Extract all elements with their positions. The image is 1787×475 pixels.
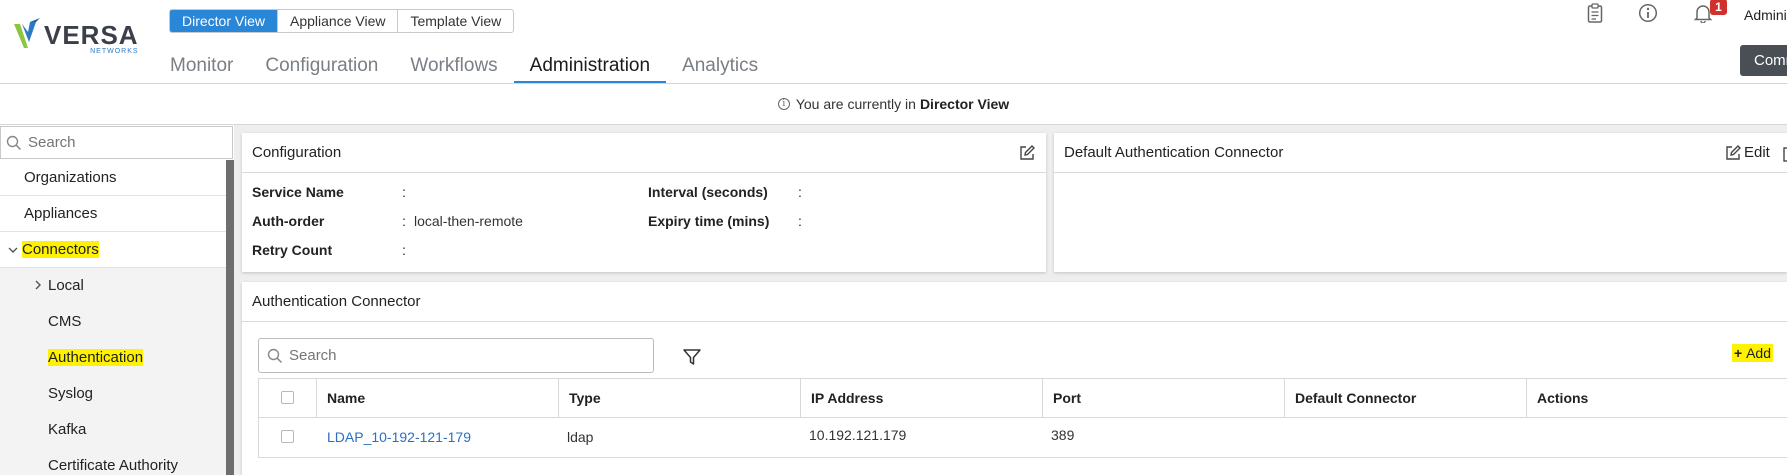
sidebar-item-appliances[interactable]: Appliances [0, 196, 226, 232]
edit-button[interactable]: Edit [1744, 144, 1770, 161]
main-nav-tabs: Monitor Configuration Workflows Administ… [170, 50, 790, 84]
table-search-input[interactable] [289, 347, 629, 364]
authentication-connector-header: Authentication Connector [242, 282, 1787, 322]
chevron-right-icon [34, 268, 48, 304]
sidebar-item-label: Connectors [22, 241, 99, 258]
chevron-down-icon [8, 232, 22, 268]
configuration-panel: Configuration Service Name : Auth-order … [242, 133, 1046, 272]
sidebar-item-certificate-authority[interactable]: Certificate Authority [0, 448, 226, 475]
configuration-panel-title: Configuration [252, 144, 342, 161]
sidebar-scrollbar[interactable] [226, 160, 234, 475]
tab-monitor[interactable]: Monitor [170, 50, 233, 84]
default-auth-connector-title: Default Authentication Connector [1064, 144, 1284, 161]
tab-administration[interactable]: Administration [513, 50, 667, 84]
sidebar-item-organizations[interactable]: Organizations [0, 160, 226, 196]
sidebar-item-local[interactable]: Local [0, 268, 226, 304]
cell-ip-address: 10.192.121.179 [809, 427, 907, 443]
add-button[interactable]: + Add [1732, 344, 1773, 362]
row-select-cell [259, 418, 317, 456]
sidebar-search-input[interactable] [28, 134, 218, 151]
sidebar-item-label: CMS [48, 313, 82, 330]
colon: : [402, 184, 406, 200]
info-text: You are currently in [795, 96, 916, 112]
select-all-checkbox[interactable] [281, 391, 294, 404]
authentication-connector-panel: Authentication Connector + Add Name Type… [242, 282, 1787, 475]
column-header-default-connector[interactable]: Default Connector [1285, 379, 1527, 417]
info-view-name: Director View [919, 96, 1010, 112]
configuration-panel-header: Configuration [242, 133, 1046, 173]
sidebar-item-authentication[interactable]: Authentication [0, 340, 226, 376]
search-icon [267, 348, 283, 363]
notification-badge: 1 [1710, 0, 1727, 15]
expiry-time-label: Expiry time (mins) [648, 213, 770, 229]
sidebar: Organizations Appliances Connectors Loca… [0, 126, 234, 475]
commit-templates-button[interactable]: Commit Tem [1740, 45, 1787, 76]
auth-order-label: Auth-order [252, 213, 325, 229]
cell-type: ldap [567, 429, 594, 445]
colon: : [798, 213, 802, 229]
tab-configuration[interactable]: Configuration [265, 50, 378, 84]
column-header-name[interactable]: Name [317, 379, 559, 417]
auth-order-value: local-then-remote [414, 213, 523, 229]
column-header-actions: Actions [1537, 390, 1589, 406]
cell-default-connector [1285, 418, 1527, 456]
sidebar-item-label: Organizations [24, 169, 117, 186]
default-auth-connector-header: Default Authentication Connector Edit [1054, 133, 1787, 173]
sidebar-item-cms[interactable]: CMS [0, 304, 226, 340]
info-icon[interactable] [1637, 2, 1659, 24]
sidebar-search [0, 126, 233, 159]
retry-count-label: Retry Count [252, 242, 333, 258]
add-label: Add [1746, 345, 1771, 361]
cell-actions [1527, 418, 1787, 456]
interval-label: Interval (seconds) [648, 184, 768, 200]
user-menu[interactable]: Adminis [1744, 7, 1787, 23]
sidebar-item-label: Appliances [24, 205, 98, 222]
app-root: VERSA NETWORKS Director View Appliance V… [0, 0, 1787, 475]
cell-name: LDAP_10-192-121-179 [317, 418, 559, 456]
cell-port: 389 [1051, 427, 1075, 443]
colon: : [798, 184, 802, 200]
director-view-button[interactable]: Director View [170, 10, 278, 32]
connector-name-link[interactable]: LDAP_10-192-121-179 [327, 429, 471, 445]
edit-icon[interactable] [1018, 144, 1036, 162]
sidebar-item-label: Authentication [48, 349, 144, 366]
select-all-cell [259, 379, 317, 417]
row-checkbox[interactable] [281, 430, 294, 443]
view-info-bar: i You are currently in Director View [0, 84, 1787, 124]
column-header-port[interactable]: Port [1043, 379, 1285, 417]
authentication-connector-title: Authentication Connector [252, 293, 421, 310]
column-header-type[interactable]: Type [559, 379, 801, 417]
tab-analytics[interactable]: Analytics [682, 50, 758, 84]
sidebar-item-label: Local [48, 277, 84, 294]
service-name-label: Service Name [252, 184, 344, 200]
clipboard-icon[interactable] [1584, 2, 1606, 24]
sidebar-item-connectors[interactable]: Connectors [0, 232, 226, 268]
sidebar-item-label: Syslog [48, 385, 94, 402]
template-view-button[interactable]: Template View [398, 10, 513, 32]
colon: : [402, 242, 406, 258]
plus-icon: + [1734, 345, 1747, 361]
tab-workflows[interactable]: Workflows [410, 50, 497, 84]
appliance-view-button[interactable]: Appliance View [278, 10, 399, 32]
sidebar-item-label: Kafka [48, 421, 87, 438]
sidebar-item-syslog[interactable]: Syslog [0, 376, 226, 412]
versa-logo: VERSA NETWORKS [12, 18, 139, 55]
table-header: Name Type IP Address Port Default Connec… [258, 378, 1787, 418]
table-search [258, 338, 654, 373]
edit-icon[interactable] [1724, 144, 1742, 162]
table-row: LDAP_10-192-121-179 ldap 10.192.121.179 … [258, 418, 1787, 458]
view-switcher: Director View Appliance View Template Vi… [169, 9, 515, 33]
delete-icon[interactable] [1781, 144, 1787, 162]
colon: : [402, 213, 406, 229]
filter-icon[interactable] [682, 348, 702, 366]
sidebar-item-label: Certificate Authority [48, 457, 179, 474]
logo-word: VERSA [44, 20, 139, 50]
column-header-ip-address[interactable]: IP Address [801, 379, 1043, 417]
versa-logo-mark [12, 18, 42, 52]
search-icon [6, 135, 22, 150]
info-circle-icon: i [777, 98, 790, 110]
sidebar-item-kafka[interactable]: Kafka [0, 412, 226, 448]
default-auth-connector-panel: Default Authentication Connector Edit [1054, 133, 1787, 272]
